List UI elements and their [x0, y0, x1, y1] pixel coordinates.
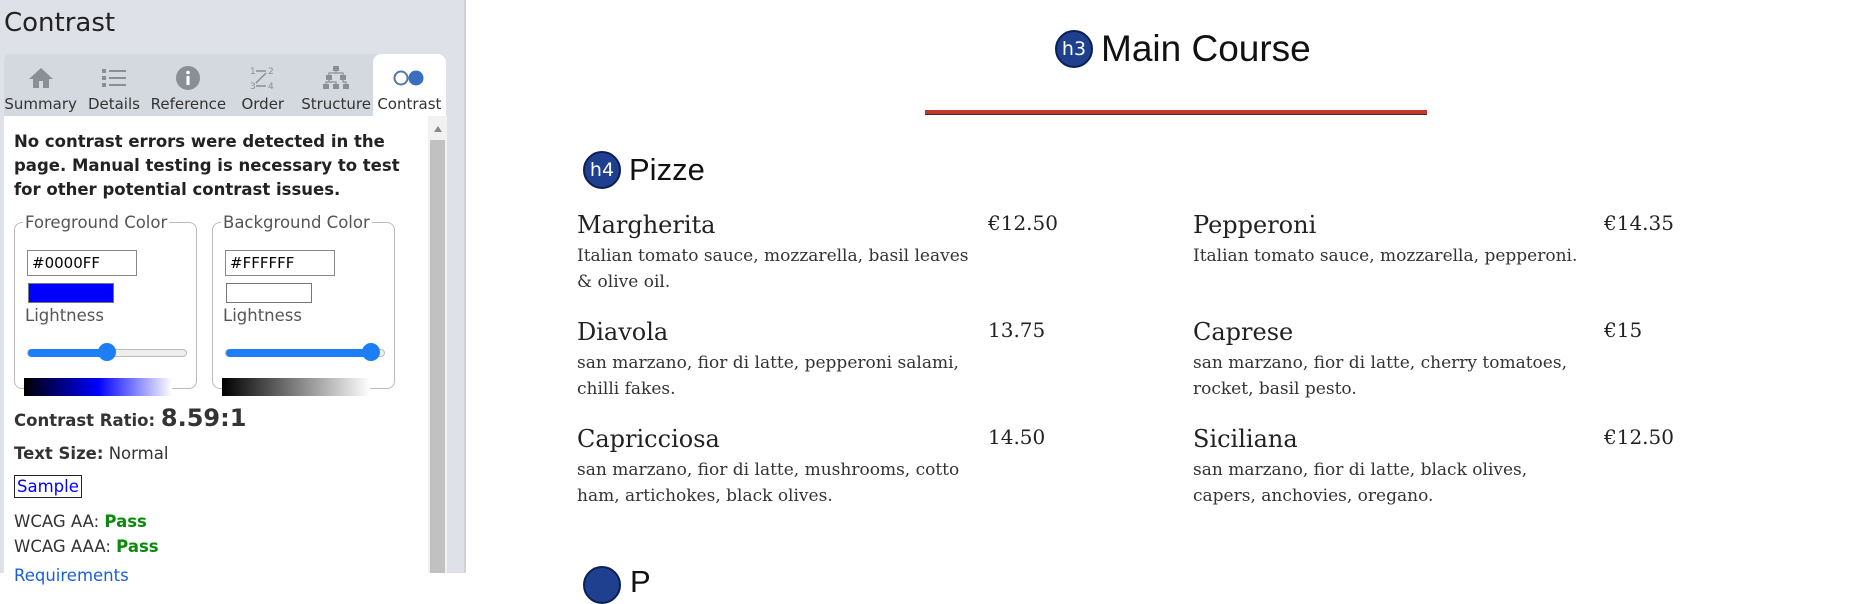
main-heading: h3 Main Course: [1055, 28, 1311, 70]
background-lightness-slider[interactable]: [225, 343, 385, 361]
menu-item-description: san marzano, fior di latte, black olives…: [1193, 460, 1528, 506]
menu-item-name: Siciliana: [1193, 425, 1298, 453]
menu-item-name: Diavola: [577, 318, 669, 346]
menu-item-price: 14.50: [988, 425, 1046, 449]
tab-label: Order: [241, 95, 285, 113]
wcag-aa-label: WCAG AA:: [14, 512, 100, 531]
foreground-color-legend: Foreground Color: [25, 213, 168, 232]
tab-label: Structure: [301, 95, 371, 113]
menu-item-price: €15: [1604, 318, 1643, 342]
menu-item-name: Margherita: [577, 211, 716, 239]
tab-contrast[interactable]: Contrast: [372, 54, 447, 116]
tab-details[interactable]: Details: [77, 54, 150, 116]
contrast-ratio-value: 8.59:1: [160, 404, 247, 432]
scroll-thumb[interactable]: [430, 140, 445, 573]
foreground-lightness-gradient: [24, 378, 172, 396]
contrast-ratio-label: Contrast Ratio:: [14, 411, 156, 430]
foreground-lightness-label: Lightness: [25, 306, 104, 325]
tab-label: Contrast: [377, 95, 442, 113]
menu-item-description: san marzano, fior di latte, cherry tomat…: [1193, 353, 1567, 399]
menu-item-price: €14.35: [1604, 211, 1674, 235]
menu-item-price: €12.50: [988, 211, 1058, 235]
panel-divider: [464, 0, 466, 573]
home-icon: [28, 63, 54, 93]
heading-level-badge: h3: [1055, 30, 1093, 68]
heading-level-badge: h4: [583, 151, 621, 189]
contrast-icon: [392, 63, 426, 93]
scroll-up-arrow-icon[interactable]: [434, 126, 442, 132]
contrast-sample: Sample: [14, 475, 82, 498]
tab-structure[interactable]: Structure: [299, 54, 372, 116]
menu-item: Diavola 13.75 san marzano, fior di latte…: [577, 318, 1177, 408]
menu-item-name: Pepperoni: [1193, 211, 1317, 239]
tab-label: Details: [87, 95, 140, 113]
tab-label: Reference: [150, 95, 227, 113]
background-color-group: Background Color Lightness: [212, 213, 395, 396]
wcag-aaa-value: Pass: [116, 537, 159, 556]
slider-thumb[interactable]: [98, 343, 116, 361]
menu-item-price: €12.50: [1604, 425, 1674, 449]
heading-divider: [925, 110, 1427, 115]
text-size: Text Size: Normal: [14, 444, 168, 463]
background-lightness-label: Lightness: [223, 306, 302, 325]
foreground-hex-input[interactable]: [27, 250, 137, 276]
contrast-ratio: Contrast Ratio: 8.59:1: [14, 404, 246, 432]
menu-item-description: Italian tomato sauce, mozzarella, pepper…: [1193, 246, 1578, 266]
section-heading: h4 Pizze: [583, 151, 705, 189]
requirements-link[interactable]: Requirements: [14, 566, 129, 585]
panel-title: Contrast: [4, 8, 116, 38]
section-heading-title: Pizze: [629, 152, 705, 187]
structure-icon: [322, 63, 350, 93]
wcag-aa-result: WCAG AA: Pass: [14, 512, 147, 531]
background-swatch: [226, 283, 312, 303]
svg-text:2: 2: [268, 67, 274, 77]
tab-summary[interactable]: Summary: [4, 54, 77, 116]
tab-reference[interactable]: Reference: [150, 54, 227, 116]
svg-text:3: 3: [250, 82, 256, 91]
info-icon: [175, 63, 201, 93]
menu-item-price: 13.75: [988, 318, 1046, 342]
menu-item: Caprese €15 san marzano, fior di latte, …: [1193, 318, 1793, 408]
next-section-title: P: [630, 564, 651, 599]
svg-text:4: 4: [268, 82, 274, 91]
background-hex-input[interactable]: [225, 250, 335, 276]
background-lightness-gradient: [222, 378, 370, 396]
foreground-swatch: [28, 283, 114, 303]
wcag-aaa-result: WCAG AAA: Pass: [14, 537, 159, 556]
wcag-aa-value: Pass: [104, 512, 147, 531]
background-color-legend: Background Color: [223, 213, 370, 232]
contrast-content: No contrast errors were detected in the …: [4, 116, 447, 585]
slider-thumb[interactable]: [362, 343, 381, 361]
panel-tabs: Summary Details Reference 1 2 3 4 Order Str…: [4, 54, 447, 116]
menu-item-description: san marzano, fior di latte, pepperoni sa…: [577, 353, 959, 399]
tab-label: Summary: [4, 95, 77, 113]
menu-item-description: san marzano, fior di latte, mushrooms, c…: [577, 460, 960, 506]
menu-item-description: Italian tomato sauce, mozzarella, basil …: [577, 246, 969, 292]
menu-item: Margherita €12.50 Italian tomato sauce, …: [577, 211, 1177, 301]
tab-order[interactable]: 1 2 3 4 Order: [226, 54, 299, 116]
wcag-aaa-label: WCAG AAA:: [14, 537, 111, 556]
menu-item-name: Caprese: [1193, 318, 1294, 346]
contrast-panel: Contrast Summary Details Reference 1 2 3 4 …: [0, 0, 464, 585]
svg-text:1: 1: [250, 67, 256, 77]
text-size-value: Normal: [108, 444, 169, 463]
main-heading-title: Main Course: [1101, 28, 1311, 69]
slider-fill: [226, 349, 372, 357]
menu-item: Pepperoni €14.35 Italian tomato sauce, m…: [1193, 211, 1793, 301]
list-icon: [101, 63, 127, 93]
menu-item: Siciliana €12.50 san marzano, fior di la…: [1193, 425, 1793, 515]
text-size-label: Text Size:: [14, 444, 104, 463]
slider-fill: [28, 349, 107, 357]
scrollbar[interactable]: [428, 116, 447, 573]
heading-level-badge: [583, 566, 621, 604]
contrast-notice: No contrast errors were detected in the …: [14, 132, 400, 199]
order-icon: 1 2 3 4: [249, 63, 277, 93]
menu-item-name: Capricciosa: [577, 425, 720, 453]
foreground-color-group: Foreground Color Lightness: [14, 213, 197, 396]
foreground-lightness-slider[interactable]: [27, 343, 187, 361]
menu-item: Capricciosa 14.50 san marzano, fior di l…: [577, 425, 1177, 515]
